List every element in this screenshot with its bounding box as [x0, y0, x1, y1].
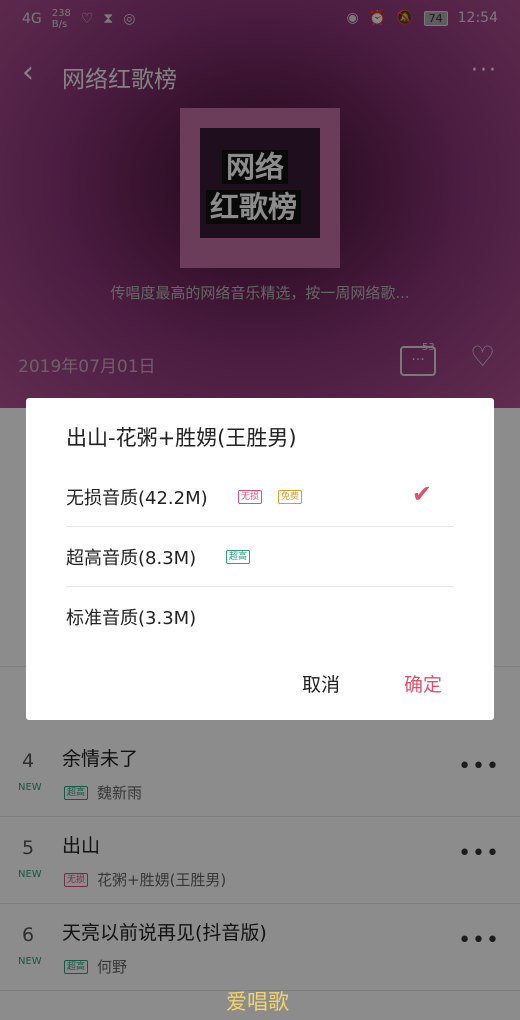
cancel-button[interactable]: 取消	[302, 670, 340, 697]
option-standard[interactable]: 标准音质(3.3M)	[66, 588, 454, 646]
option-lossless[interactable]: 无损音质(42.2M) 无损 免费 ✔	[66, 468, 454, 527]
option-high[interactable]: 超高音质(8.3M) 超高	[66, 528, 454, 587]
lossless-badge: 无损	[238, 490, 263, 504]
quality-select-dialog: 出山-花粥+胜娚(王胜男) 无损音质(42.2M) 无损 免费 ✔ 超高音质(8…	[26, 398, 494, 720]
option-label: 无损音质(42.2M)	[66, 488, 208, 509]
confirm-button[interactable]: 确定	[404, 670, 442, 697]
high-badge: 超高	[226, 550, 251, 564]
option-label: 超高音质(8.3M)	[66, 548, 197, 569]
site-watermark: 爱唱歌	[226, 990, 289, 1014]
free-badge: 免费	[278, 490, 303, 504]
option-label: 标准音质(3.3M)	[66, 608, 197, 629]
dialog-title: 出山-花粥+胜娚(王胜男)	[66, 426, 297, 450]
checkmark-icon: ✔	[411, 480, 432, 508]
